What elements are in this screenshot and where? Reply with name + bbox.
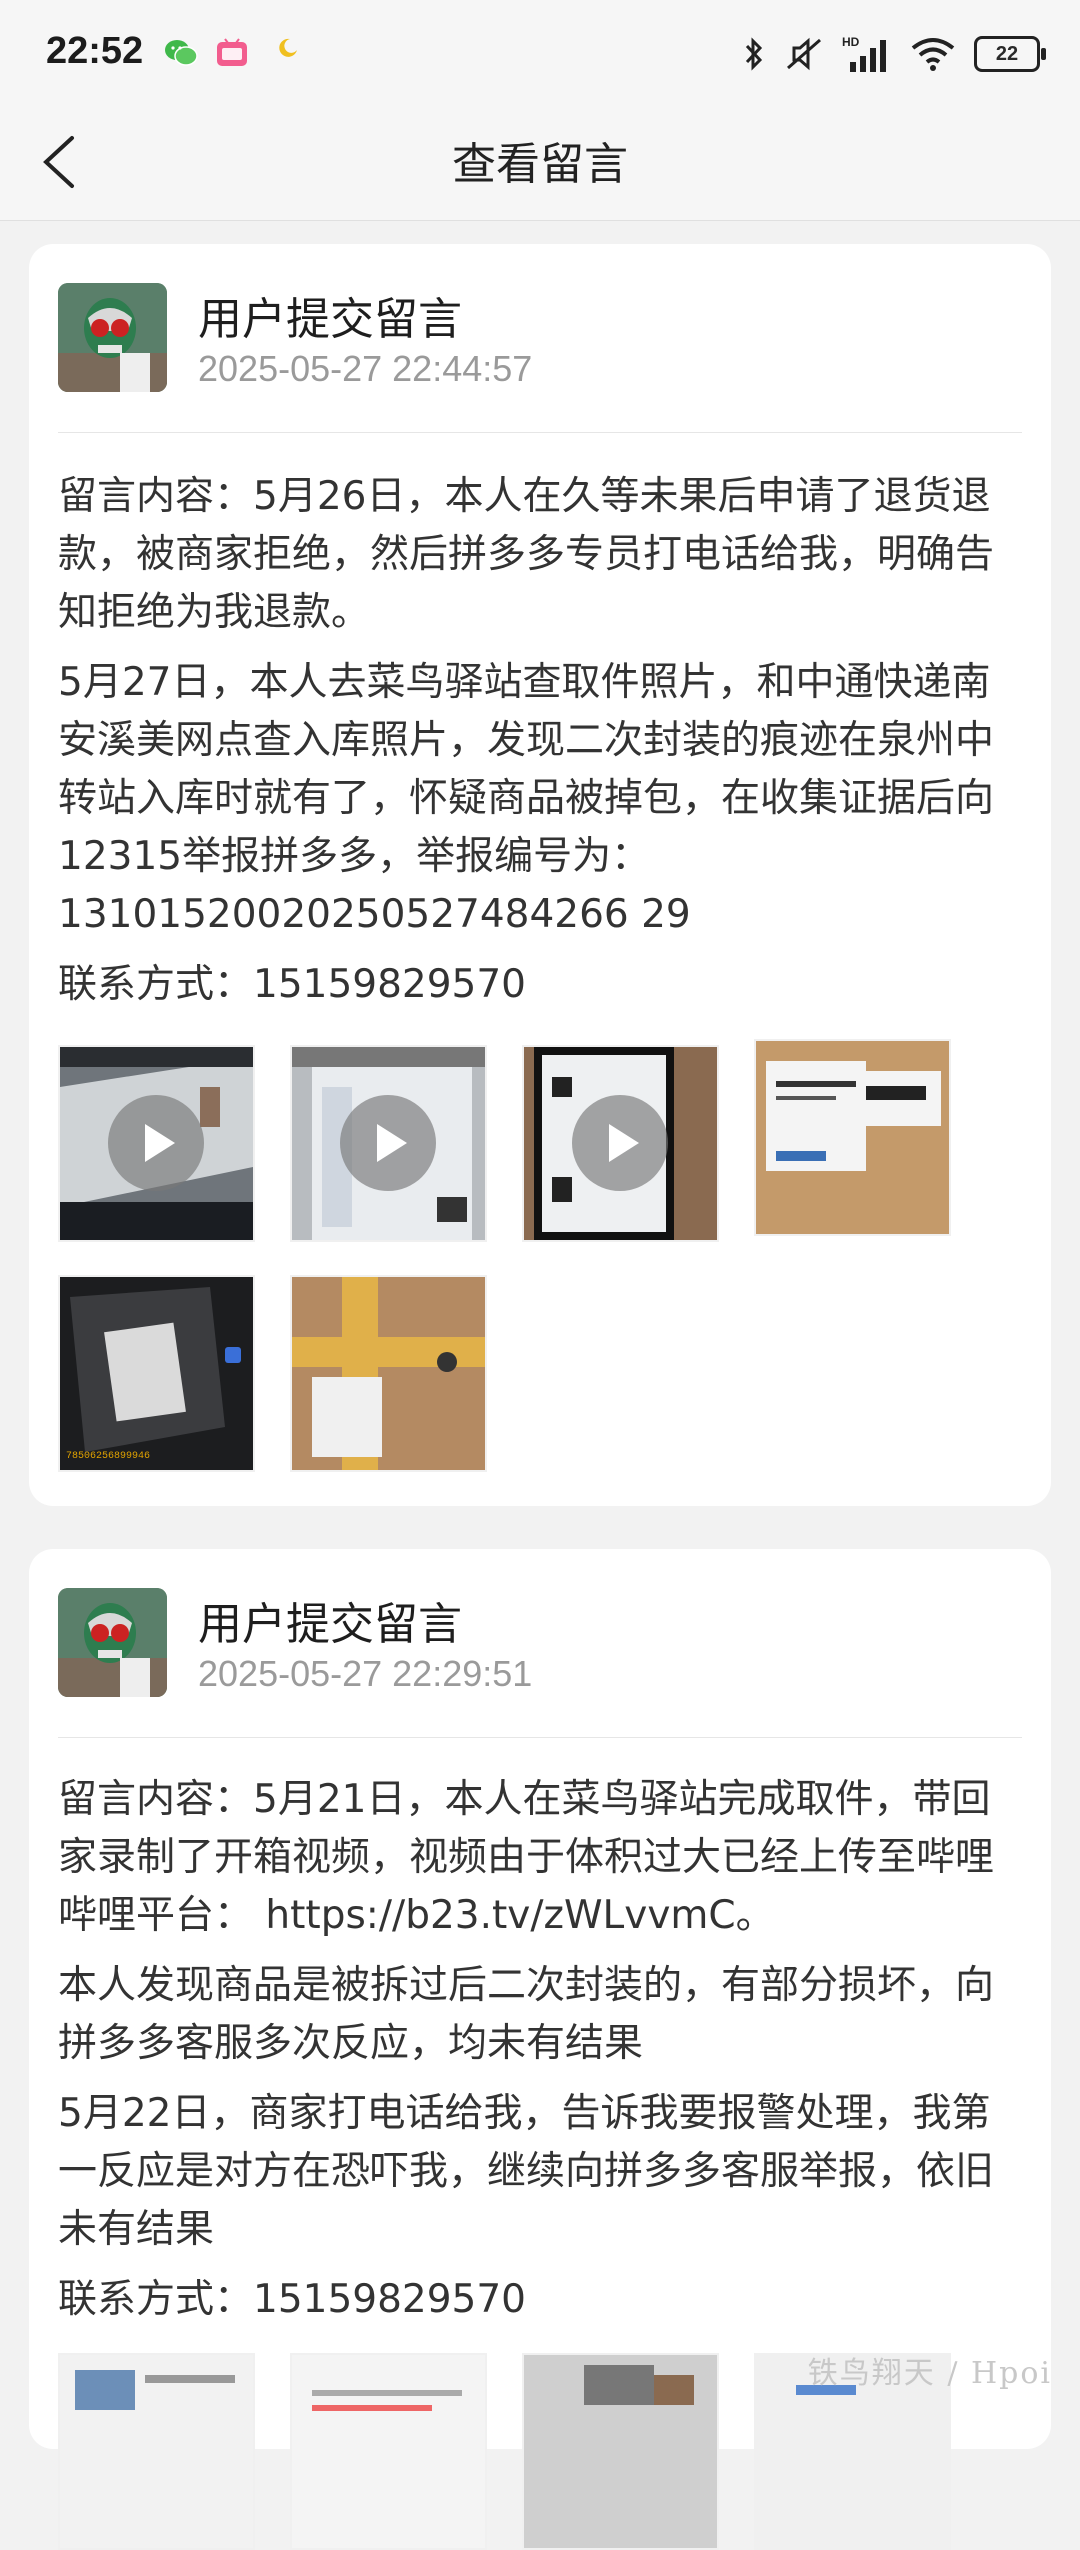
message-title: 用户提交留言 xyxy=(198,1599,462,1650)
wechat-icon xyxy=(165,40,198,66)
image-thumbnail[interactable]: 78506256899946 xyxy=(58,1275,255,1472)
image-thumbnail[interactable] xyxy=(522,2353,719,2550)
wifi-icon xyxy=(911,38,955,71)
divider xyxy=(58,1737,1022,1738)
message-body: 留言内容：5月26日，本人在久等未果后申请了退货退款，被商家拒绝，然后拼多多专员… xyxy=(58,468,1011,1026)
video-thumbnail[interactable] xyxy=(58,1045,255,1242)
battery-icon: 22 xyxy=(974,36,1046,72)
status-icons: HD 22 xyxy=(742,32,1046,76)
app-header: 查看留言 xyxy=(0,104,1080,221)
image-thumbnail[interactable] xyxy=(290,1275,487,1472)
svg-text:HD: HD xyxy=(842,35,860,49)
contact-info: 联系方式：15159829570 xyxy=(58,962,526,1007)
message-timestamp: 2025-05-27 22:44:57 xyxy=(198,348,533,389)
play-icon xyxy=(572,1095,668,1191)
battery-level: 22 xyxy=(995,42,1019,65)
message-paragraph: 留言内容：5月26日，本人在久等未果后申请了退货退款，被商家拒绝，然后拼多多专员… xyxy=(58,474,995,635)
image-thumbnail[interactable] xyxy=(754,1039,951,1236)
status-bar: 22:52 HD 22 xyxy=(0,0,1080,104)
image-thumbnail[interactable] xyxy=(290,2353,487,2550)
video-thumbnail[interactable] xyxy=(290,1045,487,1242)
watermark: 铁鸟翔天 / Hpoi xyxy=(807,2356,1052,2391)
message-paragraph: 5月27日，本人去菜鸟驿站查取件照片，和中通快递南安溪美网点查入库照片，发现二次… xyxy=(58,660,995,937)
video-thumbnail[interactable] xyxy=(522,1045,719,1242)
message-header: 用户提交留言 2025-05-27 22:29:51 xyxy=(58,1588,1022,1698)
play-icon xyxy=(340,1095,436,1191)
moon-icon xyxy=(279,38,297,57)
thumbnail-caption: 78506256899946 xyxy=(66,1451,151,1462)
message-timestamp: 2025-05-27 22:29:51 xyxy=(198,1653,533,1694)
contact-info: 联系方式：15159829570 xyxy=(58,2277,526,2322)
page-title: 查看留言 xyxy=(452,139,628,190)
divider xyxy=(58,432,1022,433)
message-paragraph: 留言内容：5月21日，本人在菜鸟驿站完成取件，带回家录制了开箱视频，视频由于体积… xyxy=(58,1777,995,1938)
message-card: 用户提交留言 2025-05-27 22:44:57 留言内容：5月26日，本人… xyxy=(29,244,1051,1506)
avatar[interactable] xyxy=(58,283,167,392)
image-thumbnail[interactable] xyxy=(58,2353,255,2550)
bluetooth-icon xyxy=(745,37,763,71)
message-card: 用户提交留言 2025-05-27 22:29:51 留言内容：5月21日，本人… xyxy=(29,1549,1051,2550)
message-paragraph: 本人发现商品是被拆过后二次封装的，有部分损坏，向拼多多客服多次反应，均未有结果 xyxy=(58,1963,995,2066)
message-header: 用户提交留言 2025-05-27 22:44:57 xyxy=(58,283,1022,393)
status-time: 22:52 xyxy=(46,30,144,72)
message-paragraph: 5月22日，商家打电话给我，告诉我要报警处理，我第一反应是对方在恐吓我，继续向拼… xyxy=(58,2091,995,2252)
mute-icon xyxy=(787,37,821,71)
avatar[interactable] xyxy=(58,1588,167,1697)
play-icon xyxy=(108,1095,204,1191)
message-title: 用户提交留言 xyxy=(198,294,462,345)
hd-signal-icon: HD xyxy=(842,35,886,72)
message-body: 留言内容：5月21日，本人在菜鸟驿站完成取件，带回家录制了开箱视频，视频由于体积… xyxy=(58,1771,1011,2341)
bilibili-icon xyxy=(217,38,247,66)
